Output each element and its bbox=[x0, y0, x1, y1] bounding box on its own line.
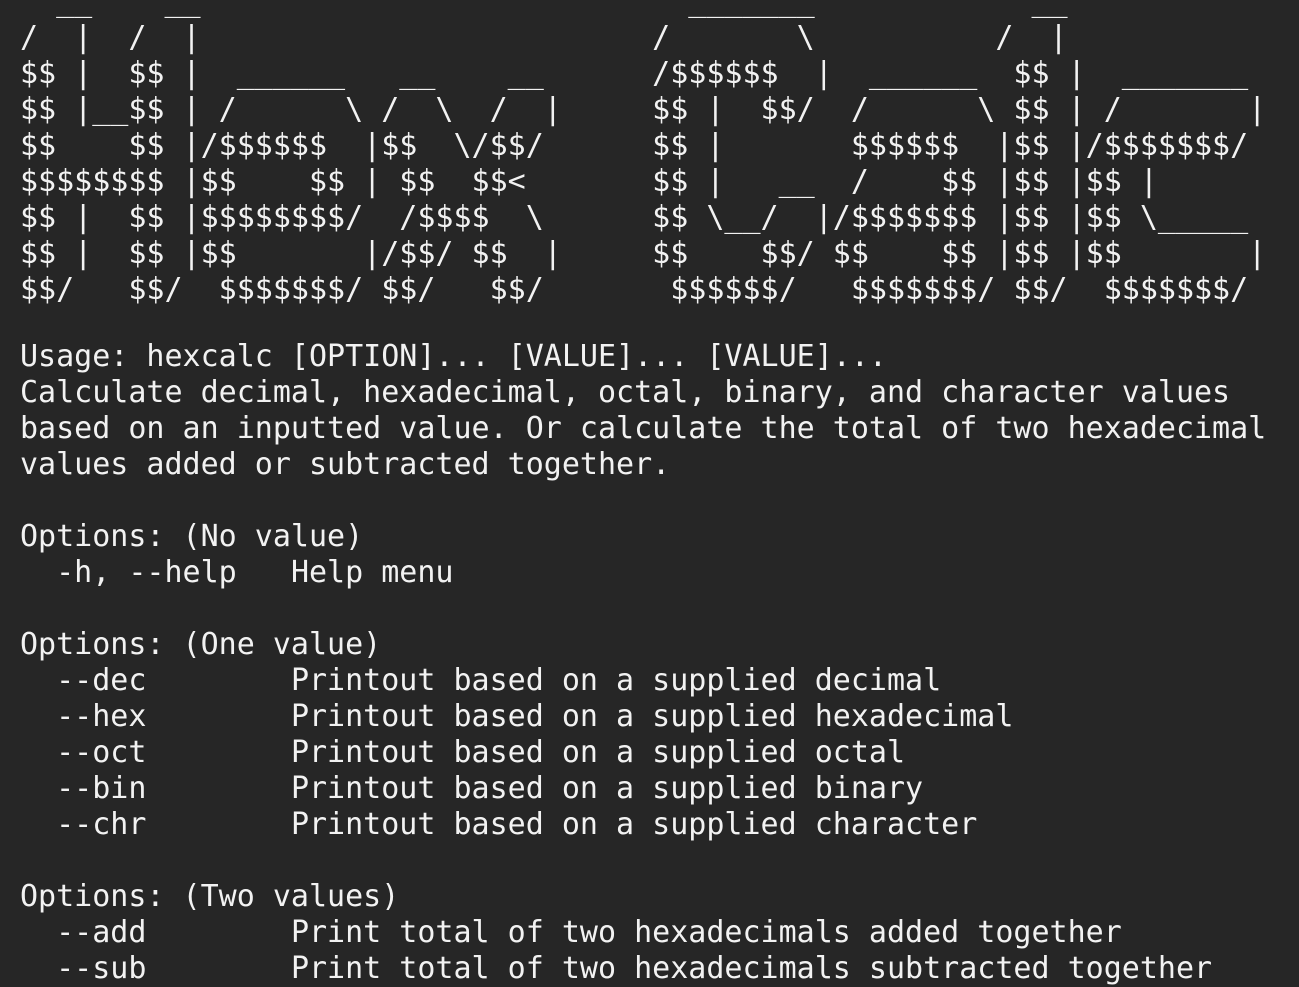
banner-line: $$ | $$ | ______ __ __ /$$$$$$ | ______ … bbox=[20, 56, 1249, 91]
option-description: Printout based on a supplied octal bbox=[290, 735, 906, 770]
section-heading-two-values: Options: (Two values) bbox=[20, 879, 400, 914]
section-heading-no-value: Options: (No value) bbox=[20, 519, 364, 554]
ascii-banner: __ __ _______ __ / | / | / \ / | $$ | $$… bbox=[20, 0, 1266, 308]
option-description: Print total of two hexadecimals subtract… bbox=[290, 951, 1213, 986]
option-description: Printout based on a supplied character bbox=[290, 807, 978, 842]
option-flag: --hex bbox=[20, 699, 291, 734]
description-line: based on an inputted value. Or calculate… bbox=[20, 411, 1267, 446]
option-flag: --chr bbox=[20, 807, 291, 842]
banner-line: / | / | / \ / | bbox=[20, 20, 1068, 55]
option-flag: --sub bbox=[20, 951, 291, 986]
banner-line: $$$$$$$$ |$$ $$ | $$ $$< $$ | __ / $$ |$… bbox=[20, 164, 1158, 199]
help-output: Usage: hexcalc [OPTION]... [VALUE]... [V… bbox=[20, 339, 1266, 987]
option-flag: --add bbox=[20, 915, 291, 950]
banner-line: $$ | $$ |$$ |/$$/ $$ | $$ $$/ $$ $$ |$$ … bbox=[20, 236, 1267, 271]
option-flag: --dec bbox=[20, 663, 291, 698]
option-description: Printout based on a supplied hexadecimal bbox=[290, 699, 1014, 734]
option-row-help: -h, --help Help menu bbox=[20, 555, 1266, 591]
option-row-add: --add Print total of two hexadecimals ad… bbox=[20, 915, 1266, 951]
option-description: Printout based on a supplied binary bbox=[290, 771, 924, 806]
option-flag: -h, --help bbox=[20, 555, 291, 590]
option-description: Print total of two hexadecimals added to… bbox=[290, 915, 1122, 950]
option-row-oct: --oct Printout based on a supplied octal bbox=[20, 735, 1266, 771]
section-heading-one-value: Options: (One value) bbox=[20, 627, 382, 662]
banner-line: __ __ _______ __ bbox=[20, 0, 1068, 19]
terminal-window[interactable]: __ __ _______ __ / | / | / \ / | $$ | $$… bbox=[0, 0, 1299, 987]
description-line: values added or subtracted together. bbox=[20, 447, 671, 482]
banner-line: $$ $$ |/$$$$$$ |$$ \/$$/ $$ | $$$$$$ |$$… bbox=[20, 128, 1249, 163]
option-row-hex: --hex Printout based on a supplied hexad… bbox=[20, 699, 1266, 735]
banner-line: $$/ $$/ $$$$$$$/ $$/ $$/ $$$$$$/ $$$$$$$… bbox=[20, 272, 1249, 307]
option-row-sub: --sub Print total of two hexadecimals su… bbox=[20, 951, 1266, 987]
banner-line: $$ | $$ |$$$$$$$$/ /$$$$ \ $$ \__/ |/$$$… bbox=[20, 200, 1249, 235]
option-row-dec: --dec Printout based on a supplied decim… bbox=[20, 663, 1266, 699]
option-row-bin: --bin Printout based on a supplied binar… bbox=[20, 771, 1266, 807]
option-description: Printout based on a supplied decimal bbox=[290, 663, 942, 698]
banner-line: $$ |__$$ | / \ / \ / | $$ | $$/ / \ $$ |… bbox=[20, 92, 1267, 127]
usage-line: Usage: hexcalc [OPTION]... [VALUE]... [V… bbox=[20, 339, 887, 374]
option-flag: --bin bbox=[20, 771, 291, 806]
description-line: Calculate decimal, hexadecimal, octal, b… bbox=[20, 375, 1231, 410]
option-flag: --oct bbox=[20, 735, 291, 770]
option-description: Help menu bbox=[290, 555, 454, 590]
option-row-chr: --chr Printout based on a supplied chara… bbox=[20, 807, 1266, 843]
